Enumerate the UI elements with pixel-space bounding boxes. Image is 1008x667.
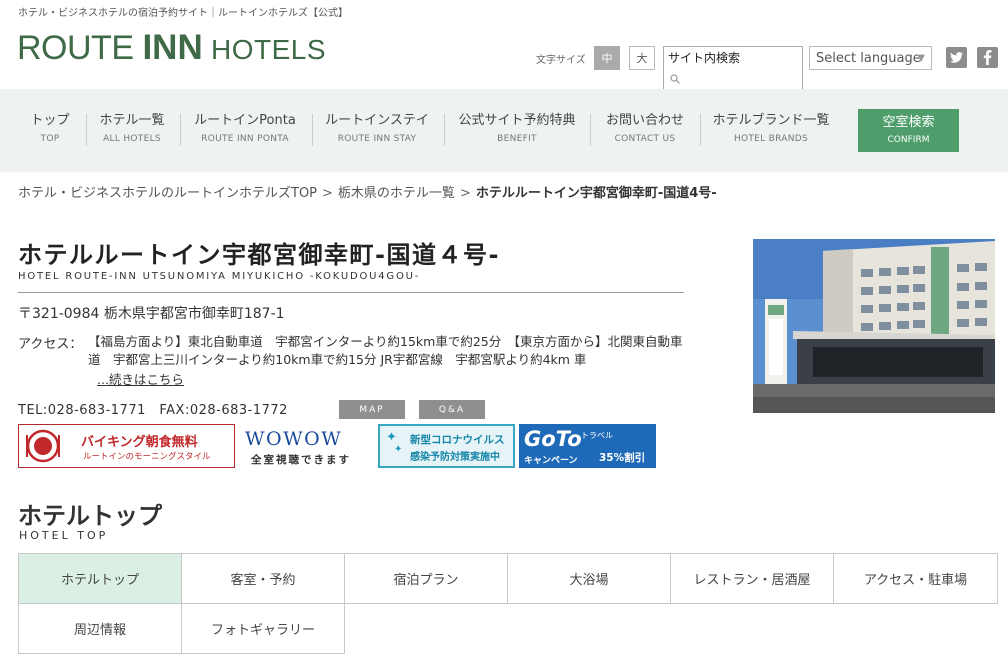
viking-breakfast-banner[interactable]: バイキング朝食無料 ルートインのモーニングスタイル [18, 424, 235, 468]
tab-access-parking[interactable]: アクセス・駐車場 [833, 553, 998, 604]
nav-item-sublabel: CONTACT US [614, 134, 676, 144]
title-divider [18, 292, 684, 293]
nav-item-ponta[interactable]: ルートインPonta ROUTE INN PONTA [186, 112, 304, 148]
nav-item-all-hotels[interactable]: ホテル一覧 ALL HOTELS [92, 112, 172, 148]
language-select[interactable]: Select language ▼ [809, 46, 932, 70]
nav-item-label: ホテル一覧 [99, 113, 165, 128]
twitter-icon [950, 52, 963, 63]
nav-item-sublabel: HOTEL BRANDS [733, 134, 809, 144]
nav-divider [312, 114, 313, 146]
viking-banner-subtitle: ルートインのモーニングスタイル [83, 452, 211, 462]
logo-hotels: HOTELS [202, 34, 327, 65]
breadcrumb: ホテル・ビジネスホテルのルートインホテルズTOP > 栃木県のホテル一覧 > ホテルルー… [18, 182, 717, 201]
tab-public-bath[interactable]: 大浴場 [507, 553, 671, 604]
chevron-down-icon: ▼ [917, 53, 925, 64]
nav-item-benefit[interactable]: 公式サイト予約特典 BENEFIT [452, 112, 582, 148]
hotel-name: ホテルルートイン宇都宮御幸町-国道４号- [18, 241, 500, 269]
language-select-value: Select language [816, 50, 921, 66]
access-text: 【福島方面より】東北自動車道 宇都宮インターより約15km車で約25分 【東京方… [88, 334, 683, 367]
nav-item-contact[interactable]: お問い合わせ CONTACT US [596, 112, 694, 148]
nav-item-label: ルートインステイ [325, 113, 429, 128]
vacancy-search-sublabel: CONFIRM [887, 135, 930, 145]
search-icon[interactable] [670, 74, 680, 84]
nav-item-label: ルートインPonta [194, 113, 296, 128]
twitter-button[interactable] [946, 47, 967, 68]
tab-restaurant[interactable]: レストラン・居酒屋 [670, 553, 834, 604]
tab-photo-gallery[interactable]: フォトギャラリー [181, 603, 345, 654]
sparkle-icon: ✦ [394, 444, 403, 455]
site-search-input[interactable] [684, 71, 798, 89]
access-label: アクセス： [18, 337, 83, 352]
sparkle-icon: ✦ [386, 430, 397, 445]
breadcrumb-link-top[interactable]: ホテル・ビジネスホテルのルートインホテルズTOP [18, 186, 317, 201]
plate-icon [26, 429, 60, 463]
qa-button[interactable]: Q&A [419, 400, 485, 419]
nav-divider [444, 114, 445, 146]
corona-measures-banner[interactable]: ✦ ✦ 新型コロナウイルス 感染予防対策実施中 [378, 424, 515, 468]
vacancy-search-button[interactable]: 空室検索 CONFIRM [858, 109, 959, 152]
nav-item-sublabel: BENEFIT [497, 134, 537, 144]
logo-inn: INN [142, 28, 203, 67]
nav-item-top[interactable]: トップ TOP [22, 112, 78, 148]
section-title: ホテルトップ [18, 502, 162, 530]
nav-item-stay[interactable]: ルートインステイ ROUTE INN STAY [318, 112, 436, 148]
hotel-name-english: HOTEL ROUTE-INN UTSUNOMIYA MIYUKICHO -KO… [18, 271, 421, 282]
tel-fax: TEL:028-683-1771 FAX:028-683-1772 [18, 403, 288, 418]
map-button[interactable]: MAP [339, 400, 405, 419]
breadcrumb-separator: > [322, 186, 333, 201]
nav-item-label: 公式サイト予約特典 [458, 113, 576, 128]
section-subtitle: HOTEL TOP [19, 529, 109, 542]
vacancy-search-label: 空室検索 [882, 115, 935, 130]
main-navigation: トップ TOP ホテル一覧 ALL HOTELS ルートインPonta ROUT… [0, 89, 1008, 172]
tab-surroundings[interactable]: 周辺情報 [18, 603, 182, 654]
corona-banner-subtitle: 感染予防対策実施中 [410, 452, 500, 463]
access-more-link[interactable]: ...続きはこちら [97, 369, 184, 388]
tab-hotel-top[interactable]: ホテルトップ [18, 553, 182, 604]
tab-rooms-booking[interactable]: 客室・予約 [181, 553, 345, 604]
site-search-box: サイト内検索 [663, 46, 803, 94]
wowow-banner-subtitle: 全室視聴できます [251, 454, 351, 466]
font-size-large-button[interactable]: 大 [629, 46, 655, 70]
tab-stay-plans[interactable]: 宿泊プラン [344, 553, 508, 604]
nav-item-hotel-brands[interactable]: ホテルブランド一覧 HOTEL BRANDS [706, 112, 836, 148]
nav-divider [86, 114, 87, 146]
site-search-title: サイト内検索 [668, 51, 741, 65]
nav-divider [180, 114, 181, 146]
hotel-address: 〒321-0984 栃木県宇都宮市御幸町187-1 [18, 306, 285, 322]
goto-banner-title: GoTo [524, 427, 582, 451]
wowow-banner-title: WOWOW [245, 428, 343, 450]
breadcrumb-separator: > [459, 186, 471, 201]
nav-item-label: ホテルブランド一覧 [712, 113, 830, 128]
hotel-building-image [753, 239, 995, 413]
nav-item-sublabel: ROUTE INN PONTA [201, 134, 289, 144]
wowow-banner[interactable]: WOWOW 全室視聴できます [243, 424, 372, 468]
hotel-photo[interactable] [753, 239, 995, 413]
corona-banner-title: 新型コロナウイルス [410, 434, 505, 446]
nav-item-sublabel: TOP [40, 134, 60, 144]
nav-item-sublabel: ROUTE INN STAY [337, 134, 417, 144]
viking-banner-title: バイキング朝食無料 [81, 435, 198, 450]
nav-item-label: トップ [30, 113, 70, 128]
breadcrumb-current: ホテルルートイン宇都宮御幸町-国道4号- [475, 186, 717, 201]
font-size-medium-button[interactable]: 中 [594, 46, 620, 70]
nav-item-label: お問い合わせ [605, 113, 684, 128]
site-tagline: ホテル・ビジネスホテルの宿泊予約サイト｜ルートインホテルズ【公式】 [18, 8, 348, 19]
nav-divider [700, 114, 701, 146]
nav-divider [590, 114, 591, 146]
goto-travel-banner[interactable]: GoTo トラベル キャンペーン 35%割引 [519, 424, 656, 468]
goto-banner-small: トラベル [581, 431, 613, 440]
logo-route: ROUTE [17, 29, 143, 67]
nav-item-sublabel: ALL HOTELS [103, 134, 161, 144]
facebook-icon [983, 50, 992, 65]
site-logo[interactable]: ROUTE INN HOTELS [17, 30, 326, 65]
goto-banner-subtitle: キャンペーン [524, 456, 578, 466]
goto-banner-discount: 35%割引 [599, 452, 646, 464]
facebook-button[interactable] [977, 47, 998, 68]
font-size-label: 文字サイズ [536, 55, 586, 66]
breadcrumb-link-tochigi[interactable]: 栃木県のホテル一覧 [338, 186, 455, 201]
